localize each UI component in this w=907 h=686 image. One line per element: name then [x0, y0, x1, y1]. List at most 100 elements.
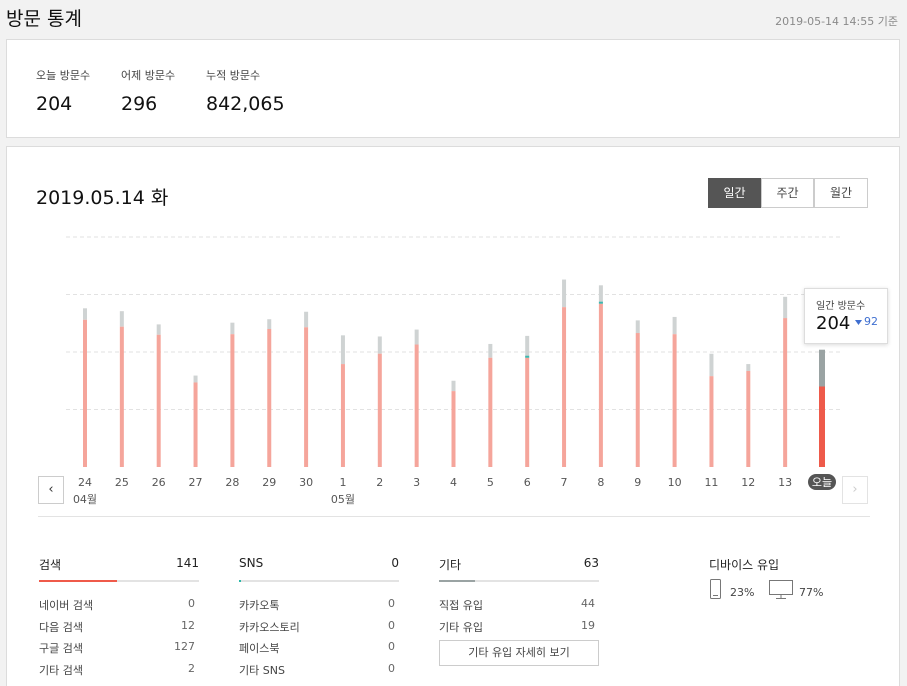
bar-visits-segment — [819, 386, 825, 467]
bar-visits-segment — [525, 357, 530, 467]
bar-visits-segment — [193, 382, 198, 467]
stat-label: 어제 방문수 — [121, 69, 176, 82]
bar-other-segment — [525, 335, 530, 358]
x-tick-label: 오늘 — [812, 476, 832, 489]
inflow-label: 페이스북 — [239, 642, 280, 655]
bar-other-segment — [746, 364, 751, 371]
bar-other-segment — [635, 320, 640, 334]
bar-other-segment — [340, 335, 345, 365]
bar-visits-segment — [709, 376, 714, 467]
inflow-label: 기타 검색 — [39, 663, 83, 677]
group-total: 0 — [391, 556, 399, 570]
total-visits-stat: 누적 방문수 842,065 — [206, 67, 285, 115]
inflow-row: 기타 검색 2 — [39, 662, 199, 684]
bar-visits-segment — [340, 364, 345, 467]
x-tick-label: 30 — [299, 476, 313, 489]
inflow-label: 직접 유입 — [439, 599, 483, 612]
chevron-left-icon: ‹ — [48, 482, 54, 497]
bar-other-segment — [267, 319, 272, 329]
mobile-percent: 23% — [730, 586, 755, 599]
group-title: 기타 — [439, 558, 462, 572]
inflow-value: 2 — [188, 661, 195, 675]
inflow-value: 127 — [174, 640, 195, 653]
bar-visits-segment — [488, 357, 493, 467]
desktop-icon — [769, 580, 793, 599]
bar-visits-segment — [451, 391, 456, 467]
bar-visits-segment — [783, 318, 788, 467]
x-tick-label: 13 — [778, 476, 792, 489]
inflow-row: 다음 검색 12 — [39, 619, 199, 641]
bar-visits-segment — [304, 327, 309, 467]
mobile-icon — [710, 579, 721, 599]
search-inflow-group: 검색 141 네이버 검색 0 다음 검색 12 구글 검색 127 기타 검색 2 — [39, 556, 199, 683]
month-label: 05월 — [331, 493, 355, 506]
group-title: SNS — [239, 556, 264, 570]
inflow-value: 19 — [581, 618, 595, 632]
inflow-row: 카카오스토리 0 — [239, 619, 399, 641]
chart-prev-button[interactable]: ‹ — [38, 476, 64, 504]
tooltip-diff-value: 92 — [864, 315, 878, 328]
page-title: 방문 통계 — [6, 8, 82, 30]
chart-next-button[interactable]: › — [842, 476, 868, 504]
section-divider — [38, 516, 870, 517]
last-updated-timestamp: 2019-05-14 14:55 기준 — [775, 15, 898, 28]
group-header: SNS 0 — [239, 556, 399, 572]
inflow-row: 직접 유입 44 — [439, 597, 599, 619]
tooltip-label: 일간 방문수 — [816, 301, 866, 312]
other-inflow-detail-button[interactable]: 기타 유입 자세히 보기 — [439, 640, 599, 666]
bar-visits-segment — [156, 334, 161, 467]
group-total: 63 — [583, 556, 599, 570]
group-share-fill — [39, 580, 118, 582]
summary-card: 오늘 방문수 204 어제 방문수 296 누적 방문수 842,065 — [6, 39, 900, 138]
x-tick-label: 4 — [450, 476, 457, 489]
sns-inflow-group: SNS 0 카카오톡 0 카카오스토리 0 페이스북 0 기타 SNS 0 — [239, 556, 399, 683]
pc-percent: 77% — [799, 586, 824, 599]
bar-visits-segment — [562, 307, 567, 467]
inflow-value: 0 — [388, 640, 395, 653]
bar-other-segment — [598, 285, 603, 304]
bar-other-segment — [156, 324, 161, 335]
inflow-label: 기타 SNS — [239, 663, 285, 677]
bar-sns-segment — [598, 301, 603, 304]
bar-other-segment — [193, 375, 198, 383]
x-tick-label: 1 — [339, 476, 346, 489]
month-label: 04월 — [73, 493, 97, 506]
group-header: 기타 63 — [439, 556, 599, 572]
x-tick-label: 5 — [487, 476, 494, 489]
x-tick-label: 29 — [262, 476, 276, 489]
bar-other-segment — [451, 380, 456, 392]
inflow-value: 0 — [188, 597, 195, 610]
bar-other-segment — [488, 343, 493, 358]
x-tick-label: 26 — [152, 476, 166, 489]
chevron-right-icon: › — [852, 482, 858, 497]
bar-visits-segment — [635, 333, 640, 467]
bar-other-segment — [230, 322, 235, 335]
bar-other-segment — [709, 353, 714, 377]
bar-other-segment — [119, 311, 124, 327]
stat-value: 296 — [121, 93, 158, 115]
inflow-row: 구글 검색 127 — [39, 640, 199, 662]
x-tick-label: 25 — [115, 476, 129, 489]
x-tick-label: 24 — [78, 476, 92, 489]
x-tick-label: 27 — [189, 476, 203, 489]
inflow-value: 12 — [181, 618, 195, 632]
group-share-bar — [439, 580, 599, 582]
bar-other-segment — [304, 311, 309, 328]
chart-card: 2019.05.14 화 일간 주간 월간 24 25 26 27 28 29 30 1 2 3 4… — [6, 146, 900, 686]
inflow-label: 다음 검색 — [39, 620, 83, 634]
group-total: 141 — [176, 556, 199, 570]
bar-visits-segment — [230, 334, 235, 467]
bar-other-segment — [783, 296, 788, 319]
x-tick-label: 3 — [413, 476, 420, 489]
bar-visits-segment — [746, 370, 751, 467]
group-share-bar — [39, 580, 199, 582]
x-tick-label: 9 — [634, 476, 641, 489]
group-title: 검색 — [39, 558, 62, 572]
inflow-label: 기타 유입 — [439, 620, 483, 634]
inflow-row: 네이버 검색 0 — [39, 597, 199, 619]
group-share-fill — [239, 580, 241, 582]
bar-other-segment — [819, 349, 825, 387]
x-tick-label: 7 — [561, 476, 568, 489]
bar-other-segment — [83, 308, 87, 320]
bar-sns-segment — [525, 355, 530, 358]
